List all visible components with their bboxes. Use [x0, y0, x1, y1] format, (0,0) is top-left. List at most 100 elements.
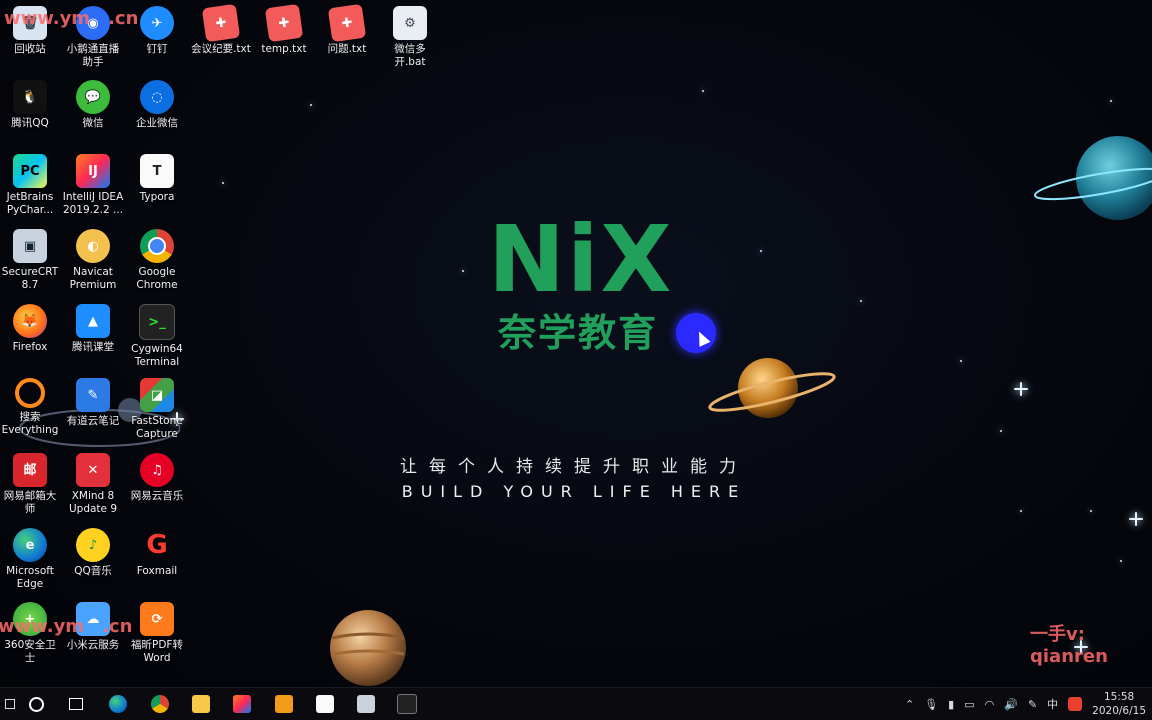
netease-mail-icon: 邮: [13, 453, 47, 487]
planet-blue-icon: [1033, 136, 1152, 220]
desktop-icon-intellij[interactable]: IJ IntelliJ IDEA 2019.2.2 ...: [62, 150, 124, 217]
desktop-icon-label: Firefox: [12, 341, 48, 353]
taskbar-edge[interactable]: [98, 688, 138, 720]
device-icon[interactable]: ▮: [948, 698, 954, 711]
task-view-icon: [69, 698, 83, 710]
desktop-icon-label: 腾讯QQ: [11, 117, 49, 129]
desktop-icon-label: 微信: [82, 117, 104, 129]
microphone-icon[interactable]: 🎙: [924, 698, 938, 711]
battery-icon[interactable]: ▭: [964, 698, 974, 711]
taskbar-file-explorer[interactable]: [181, 688, 221, 720]
desktop-icon-pycharm[interactable]: PC JetBrains PyChar...: [0, 150, 61, 217]
desktop-icon-questions-txt[interactable]: ✚ 问题.txt: [316, 2, 378, 56]
faststone-capture-icon: ◪: [140, 378, 174, 412]
ime-indicator[interactable]: 中: [1047, 696, 1058, 712]
desktop-icon-wechat[interactable]: 💬 微信: [62, 76, 124, 130]
desktop-icon-foxit-pdf[interactable]: ⟳ 福昕PDF转 Word: [126, 598, 188, 665]
search-button[interactable]: [16, 688, 56, 720]
desktop-icon-label: SecureCRT 8.7: [1, 266, 59, 291]
desktop-icon-navicat[interactable]: ◐ Navicat Premium: [62, 225, 124, 292]
slogan-english: BUILD YOUR LIFE HERE: [401, 482, 747, 501]
terminal-icon: >_: [139, 304, 175, 340]
system-tray: ⌃ 🎙 ▮ ▭ ◠ 🔊 ✎ 中 15:58 2020/6/15: [905, 688, 1146, 720]
volume-icon[interactable]: 🔊: [1004, 698, 1018, 711]
desktop-icon-label: 小米云服务: [66, 639, 120, 651]
taskbar-typora[interactable]: [305, 688, 345, 720]
desktop-icon-label: XMind 8 Update 9: [68, 490, 118, 515]
foxmail-icon: G: [146, 529, 168, 560]
pen-icon[interactable]: ✎: [1028, 698, 1037, 711]
desktop-icon-typora[interactable]: T Typora: [126, 150, 188, 204]
everything-search-icon: [15, 378, 45, 408]
chrome-icon: [140, 229, 174, 263]
clock[interactable]: 15:58 2020/6/15: [1092, 690, 1146, 718]
watermark-bottom-right: 一手v: qianren: [1030, 624, 1108, 667]
desktop-icon-meeting-notes[interactable]: ✚ 会议纪要.txt: [190, 2, 252, 56]
ime-app-icon[interactable]: [1068, 697, 1083, 711]
slogan-chinese: 让每个人持续提升职业能力: [400, 457, 748, 477]
wechat-icon: 💬: [76, 80, 110, 114]
taskbar-securecrt[interactable]: [346, 688, 386, 720]
desktop-icon-label: 回收站: [14, 43, 46, 55]
clock-time: 15:58: [1103, 691, 1135, 703]
desktop-icon-firefox[interactable]: 🦊 Firefox: [0, 300, 61, 354]
star-sparkle: [1129, 512, 1143, 526]
desktop-icon-label: JetBrains PyChar...: [6, 191, 54, 216]
desktop-icon-securecrt[interactable]: ▣ SecureCRT 8.7: [0, 225, 61, 292]
chevron-up-icon[interactable]: ⌃: [905, 698, 914, 711]
desktop-icon-wechat-multi-bat[interactable]: ⚙ 微信多开.bat: [379, 2, 441, 69]
desktop-icon-label: 有道云笔记: [66, 415, 120, 427]
taskbar-chrome[interactable]: [140, 688, 180, 720]
planet-saturn-icon: [708, 358, 836, 418]
desktop-icon-cygwin[interactable]: >_ Cygwin64 Terminal: [126, 300, 188, 369]
desktop-icon-label: temp.txt: [261, 43, 307, 55]
taskbar-terminal[interactable]: [387, 688, 427, 720]
desktop-icon-label: 问题.txt: [327, 43, 367, 55]
chrome-icon: [151, 695, 169, 713]
desktop-icon-wecom[interactable]: ◌ 企业微信: [126, 76, 188, 130]
task-view-button[interactable]: [56, 688, 96, 720]
xmind-icon: ✕: [76, 453, 110, 487]
star-sparkle: [1014, 382, 1028, 396]
taskbar-intellij[interactable]: [222, 688, 262, 720]
brand-logo: NiX: [488, 206, 674, 313]
firefox-icon: 🦊: [13, 304, 47, 338]
desktop-icon-xmind[interactable]: ✕ XMind 8 Update 9: [62, 449, 124, 516]
desktop-icon-tencent-class[interactable]: ▲ 腾讯课堂: [62, 300, 124, 354]
desktop-icon-label: 福昕PDF转 Word: [131, 639, 183, 664]
desktop-icon-qq[interactable]: 🐧 腾讯QQ: [0, 76, 61, 130]
desktop-icon-qq-music[interactable]: ♪ QQ音乐: [62, 524, 124, 578]
desktop-icon-edge[interactable]: e Microsoft Edge: [0, 524, 61, 591]
text-file-icon: ✚: [201, 3, 241, 43]
navicat-icon: ◐: [76, 229, 110, 263]
desktop-icon-foxmail[interactable]: G Foxmail: [126, 524, 188, 578]
desktop-icon-chrome[interactable]: Google Chrome: [126, 225, 188, 292]
typora-icon: T: [140, 154, 174, 188]
foxit-pdf-icon: ⟳: [140, 602, 174, 636]
tencent-class-icon: ▲: [76, 304, 110, 338]
desktop-icon-label: Cygwin64 Terminal: [131, 343, 183, 368]
netease-music-icon: ♫: [140, 453, 174, 487]
brand-name: 奈学教育: [497, 311, 658, 355]
desktop-icon-label: Typora: [139, 191, 175, 203]
edge-icon: [109, 695, 127, 713]
qq-music-icon: ♪: [76, 528, 110, 562]
clock-date: 2020/6/15: [1092, 705, 1146, 717]
desktop-icon-temp-txt[interactable]: ✚ temp.txt: [253, 2, 315, 56]
desktop-icon-everything[interactable]: 搜索 Everything: [0, 374, 61, 437]
desktop-icon-label: Google Chrome: [136, 266, 178, 291]
window-stack-icon: [275, 695, 293, 713]
desktop-icon-youdao-note[interactable]: ✎ 有道云笔记: [62, 374, 124, 428]
wifi-icon[interactable]: ◠: [985, 698, 995, 711]
desktop-icon-label: 360安全卫士: [4, 639, 56, 664]
taskbar-app[interactable]: [264, 688, 304, 720]
windows-icon: [5, 699, 15, 709]
desktop-icon-netease-music[interactable]: ♫ 网易云音乐: [126, 449, 188, 503]
planet-jupiter-icon: [330, 610, 406, 686]
desktop-icon-label: 微信多开.bat: [394, 43, 426, 68]
desktop-icon-label: 网易邮箱大师: [3, 490, 57, 515]
desktop-icon-netease-mail[interactable]: 邮 网易邮箱大师: [0, 449, 61, 516]
desktop-icon-faststone[interactable]: ◪ FastStone Capture: [126, 374, 188, 441]
text-file-icon: ✚: [327, 3, 367, 43]
desktop-icon-label: 腾讯课堂: [72, 341, 114, 353]
